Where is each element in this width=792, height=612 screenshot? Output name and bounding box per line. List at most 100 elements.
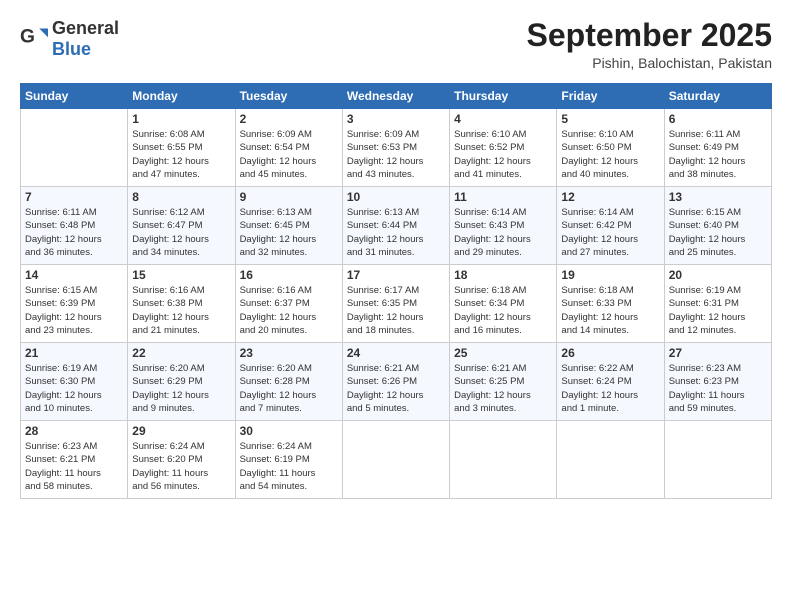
- day-info: Sunrise: 6:16 AM Sunset: 6:37 PM Dayligh…: [240, 284, 338, 337]
- col-header-saturday: Saturday: [664, 84, 771, 109]
- day-info: Sunrise: 6:24 AM Sunset: 6:19 PM Dayligh…: [240, 440, 338, 493]
- week-row-1: 1Sunrise: 6:08 AM Sunset: 6:55 PM Daylig…: [21, 109, 772, 187]
- day-number: 29: [132, 424, 230, 438]
- cell-w4-d4: 25 Sunrise: 6:21 AM Sunset: 6:25 PM Dayli…: [450, 343, 557, 421]
- calendar-table: SundayMondayTuesdayWednesdayThursdayFrid…: [20, 83, 772, 499]
- month-title: September 2025: [527, 18, 772, 53]
- cell-w2-d2: 9 Sunrise: 6:13 AM Sunset: 6:45 PM Daylig…: [235, 187, 342, 265]
- day-number: 23: [240, 346, 338, 360]
- col-header-tuesday: Tuesday: [235, 84, 342, 109]
- day-number: 22: [132, 346, 230, 360]
- cell-w5-d0: 28Sunrise: 6:23 AM Sunset: 6:21 PM Dayli…: [21, 421, 128, 499]
- day-number: 7: [25, 190, 123, 204]
- cell-w4-d2: 23Sunrise: 6:20 AM Sunset: 6:28 PM Dayli…: [235, 343, 342, 421]
- cell-w1-d3: 3 Sunrise: 6:09 AM Sunset: 6:53 PM Daylig…: [342, 109, 449, 187]
- col-header-friday: Friday: [557, 84, 664, 109]
- day-info: Sunrise: 6:21 AM Sunset: 6:25 PM Dayligh…: [454, 362, 552, 415]
- day-number: 9: [240, 190, 338, 204]
- day-info: Sunrise: 6:16 AM Sunset: 6:38 PM Dayligh…: [132, 284, 230, 337]
- col-header-sunday: Sunday: [21, 84, 128, 109]
- day-number: 12: [561, 190, 659, 204]
- day-info: Sunrise: 6:18 AM Sunset: 6:33 PM Dayligh…: [561, 284, 659, 337]
- day-info: Sunrise: 6:22 AM Sunset: 6:24 PM Dayligh…: [561, 362, 659, 415]
- cell-w1-d6: 6Sunrise: 6:11 AM Sunset: 6:49 PM Daylig…: [664, 109, 771, 187]
- day-info: Sunrise: 6:17 AM Sunset: 6:35 PM Dayligh…: [347, 284, 445, 337]
- cell-w2-d3: 10Sunrise: 6:13 AM Sunset: 6:44 PM Dayli…: [342, 187, 449, 265]
- day-info: Sunrise: 6:11 AM Sunset: 6:48 PM Dayligh…: [25, 206, 123, 259]
- svg-text:G: G: [20, 27, 35, 48]
- day-info: Sunrise: 6:09 AM Sunset: 6:53 PM Dayligh…: [347, 128, 445, 181]
- cell-w4-d0: 21 Sunrise: 6:19 AM Sunset: 6:30 PM Dayli…: [21, 343, 128, 421]
- day-info: Sunrise: 6:13 AM Sunset: 6:45 PM Dayligh…: [240, 206, 338, 259]
- cell-w5-d6: [664, 421, 771, 499]
- day-info: Sunrise: 6:21 AM Sunset: 6:26 PM Dayligh…: [347, 362, 445, 415]
- day-info: Sunrise: 6:20 AM Sunset: 6:29 PM Dayligh…: [132, 362, 230, 415]
- logo-text-general: General: [52, 18, 119, 38]
- cell-w1-d2: 2 Sunrise: 6:09 AM Sunset: 6:54 PM Daylig…: [235, 109, 342, 187]
- cell-w2-d0: 7 Sunrise: 6:11 AM Sunset: 6:48 PM Daylig…: [21, 187, 128, 265]
- day-number: 30: [240, 424, 338, 438]
- day-info: Sunrise: 6:09 AM Sunset: 6:54 PM Dayligh…: [240, 128, 338, 181]
- day-number: 21: [25, 346, 123, 360]
- day-number: 20: [669, 268, 767, 282]
- day-info: Sunrise: 6:19 AM Sunset: 6:30 PM Dayligh…: [25, 362, 123, 415]
- location: Pishin, Balochistan, Pakistan: [527, 55, 772, 71]
- header: G General Blue September 2025 Pishin, Ba…: [20, 18, 772, 71]
- day-number: 27: [669, 346, 767, 360]
- day-number: 3: [347, 112, 445, 126]
- day-number: 13: [669, 190, 767, 204]
- day-number: 11: [454, 190, 552, 204]
- week-row-3: 14 Sunrise: 6:15 AM Sunset: 6:39 PM Dayli…: [21, 265, 772, 343]
- logo-text-blue: Blue: [52, 39, 91, 59]
- cell-w3-d0: 14 Sunrise: 6:15 AM Sunset: 6:39 PM Dayli…: [21, 265, 128, 343]
- day-number: 5: [561, 112, 659, 126]
- day-number: 6: [669, 112, 767, 126]
- day-info: Sunrise: 6:15 AM Sunset: 6:39 PM Dayligh…: [25, 284, 123, 337]
- day-number: 15: [132, 268, 230, 282]
- day-info: Sunrise: 6:18 AM Sunset: 6:34 PM Dayligh…: [454, 284, 552, 337]
- cell-w4-d6: 27 Sunrise: 6:23 AM Sunset: 6:23 PM Dayli…: [664, 343, 771, 421]
- logo-icon: G: [20, 25, 48, 53]
- day-number: 25: [454, 346, 552, 360]
- week-row-2: 7 Sunrise: 6:11 AM Sunset: 6:48 PM Daylig…: [21, 187, 772, 265]
- day-info: Sunrise: 6:14 AM Sunset: 6:42 PM Dayligh…: [561, 206, 659, 259]
- day-number: 4: [454, 112, 552, 126]
- day-number: 28: [25, 424, 123, 438]
- col-header-wednesday: Wednesday: [342, 84, 449, 109]
- day-number: 17: [347, 268, 445, 282]
- cell-w3-d3: 17 Sunrise: 6:17 AM Sunset: 6:35 PM Dayli…: [342, 265, 449, 343]
- cell-w1-d4: 4Sunrise: 6:10 AM Sunset: 6:52 PM Daylig…: [450, 109, 557, 187]
- cell-w3-d2: 16 Sunrise: 6:16 AM Sunset: 6:37 PM Dayli…: [235, 265, 342, 343]
- cell-w1-d0: [21, 109, 128, 187]
- cell-w5-d5: [557, 421, 664, 499]
- title-block: September 2025 Pishin, Balochistan, Paki…: [527, 18, 772, 71]
- col-header-thursday: Thursday: [450, 84, 557, 109]
- day-info: Sunrise: 6:23 AM Sunset: 6:23 PM Dayligh…: [669, 362, 767, 415]
- cell-w5-d3: [342, 421, 449, 499]
- day-number: 16: [240, 268, 338, 282]
- cell-w5-d1: 29 Sunrise: 6:24 AM Sunset: 6:20 PM Dayli…: [128, 421, 235, 499]
- col-header-monday: Monday: [128, 84, 235, 109]
- cell-w5-d4: [450, 421, 557, 499]
- cell-w2-d6: 13Sunrise: 6:15 AM Sunset: 6:40 PM Dayli…: [664, 187, 771, 265]
- day-info: Sunrise: 6:19 AM Sunset: 6:31 PM Dayligh…: [669, 284, 767, 337]
- cell-w4-d3: 24Sunrise: 6:21 AM Sunset: 6:26 PM Dayli…: [342, 343, 449, 421]
- cell-w3-d1: 15 Sunrise: 6:16 AM Sunset: 6:38 PM Dayli…: [128, 265, 235, 343]
- cell-w4-d5: 26Sunrise: 6:22 AM Sunset: 6:24 PM Dayli…: [557, 343, 664, 421]
- cell-w3-d4: 18 Sunrise: 6:18 AM Sunset: 6:34 PM Dayli…: [450, 265, 557, 343]
- cell-w1-d5: 5Sunrise: 6:10 AM Sunset: 6:50 PM Daylig…: [557, 109, 664, 187]
- day-number: 18: [454, 268, 552, 282]
- cell-w4-d1: 22 Sunrise: 6:20 AM Sunset: 6:29 PM Dayli…: [128, 343, 235, 421]
- week-row-4: 21 Sunrise: 6:19 AM Sunset: 6:30 PM Dayli…: [21, 343, 772, 421]
- day-number: 2: [240, 112, 338, 126]
- day-info: Sunrise: 6:24 AM Sunset: 6:20 PM Dayligh…: [132, 440, 230, 493]
- day-number: 14: [25, 268, 123, 282]
- cell-w5-d2: 30 Sunrise: 6:24 AM Sunset: 6:19 PM Dayli…: [235, 421, 342, 499]
- cell-w3-d6: 20 Sunrise: 6:19 AM Sunset: 6:31 PM Dayli…: [664, 265, 771, 343]
- logo: G General Blue: [20, 18, 119, 60]
- page: G General Blue September 2025 Pishin, Ba…: [0, 0, 792, 612]
- header-row: SundayMondayTuesdayWednesdayThursdayFrid…: [21, 84, 772, 109]
- cell-w3-d5: 19Sunrise: 6:18 AM Sunset: 6:33 PM Dayli…: [557, 265, 664, 343]
- cell-w1-d1: 1Sunrise: 6:08 AM Sunset: 6:55 PM Daylig…: [128, 109, 235, 187]
- cell-w2-d4: 11Sunrise: 6:14 AM Sunset: 6:43 PM Dayli…: [450, 187, 557, 265]
